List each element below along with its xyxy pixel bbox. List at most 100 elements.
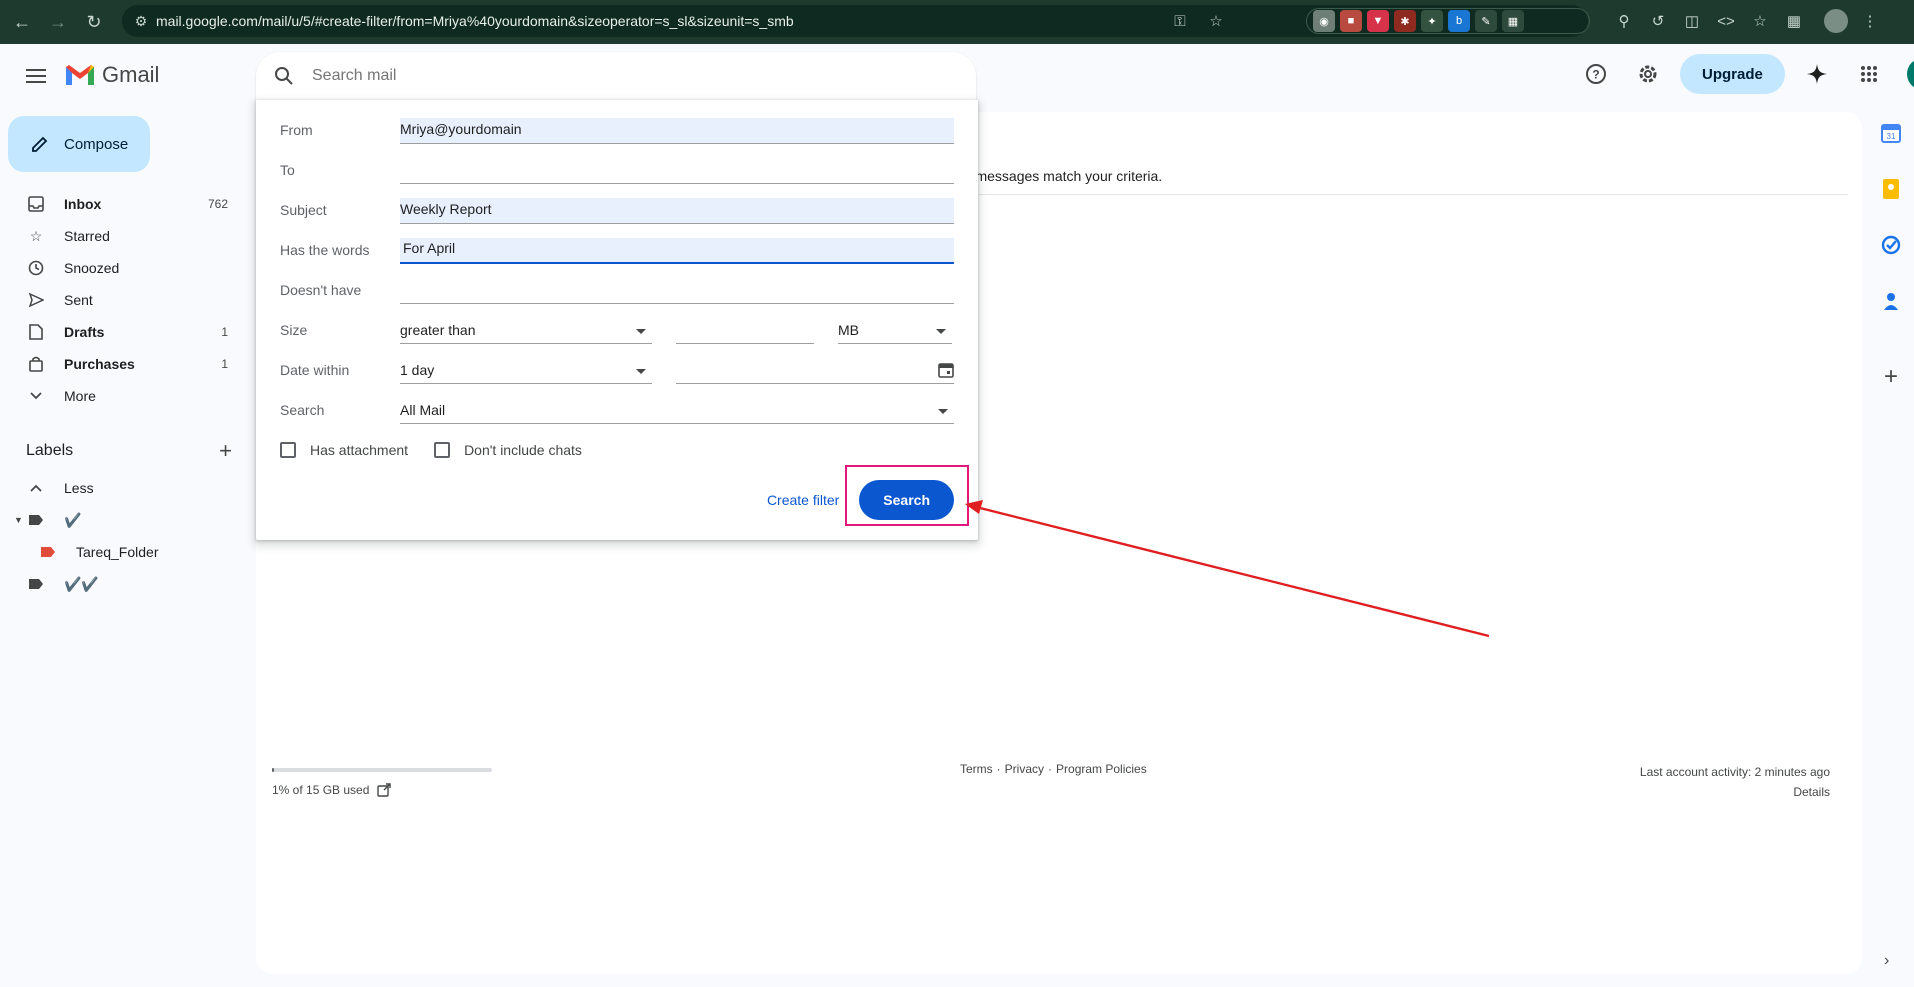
sidebar-item-less[interactable]: Less — [0, 472, 240, 504]
search-icon[interactable] — [256, 66, 312, 86]
search-scope-select[interactable]: All Mail — [400, 398, 954, 424]
tab-icon[interactable]: ◫ — [1678, 7, 1706, 35]
labels-header: Labels + — [26, 438, 232, 464]
drafts-count: 1 — [221, 325, 228, 339]
privacy-link[interactable]: Privacy — [1005, 762, 1044, 776]
calendar-icon[interactable]: 31 — [1879, 116, 1903, 150]
key-icon[interactable]: ⚿ — [1166, 7, 1194, 35]
inbox-count: 762 — [207, 197, 228, 211]
bookmark-star-icon[interactable]: ☆ — [1202, 7, 1230, 35]
bookmarks-icon[interactable]: ☆ — [1746, 7, 1774, 35]
separator: · — [996, 762, 1001, 776]
size-value-field[interactable] — [676, 318, 814, 344]
sidebar-item-more[interactable]: More — [0, 380, 240, 412]
puzzle-extension-icon[interactable]: ▦ — [1502, 10, 1524, 32]
svg-text:31: 31 — [1887, 132, 1896, 141]
date-within-select[interactable]: 1 day — [400, 358, 652, 384]
date-row: Date within 1 day — [280, 354, 954, 384]
camera-extension-icon[interactable]: ◉ — [1313, 10, 1335, 32]
label-item-check[interactable]: ▼ ✔️ — [0, 504, 240, 536]
sidebar-item-purchases[interactable]: Purchases 1 — [0, 348, 240, 380]
sidebar-nav: Inbox 762 ☆ Starred Snoozed Sent Drafts … — [0, 188, 240, 412]
gemini-sparkle-icon[interactable] — [1797, 54, 1837, 94]
sidebar-item-sent[interactable]: Sent — [0, 284, 240, 316]
external-link-icon[interactable] — [377, 783, 392, 797]
to-label: To — [280, 162, 295, 178]
label-tag-icon — [26, 578, 46, 590]
gmail-header: Gmail ? Upgrade T — [0, 44, 1914, 108]
add-label-icon[interactable]: + — [219, 438, 232, 464]
sidebar-item-inbox[interactable]: Inbox 762 — [0, 188, 240, 220]
contacts-icon[interactable] — [1879, 284, 1903, 318]
grammar-extension-icon[interactable]: ✎ — [1475, 10, 1497, 32]
side-panel: 31 + — [1868, 116, 1914, 394]
location-icon[interactable]: ⚲ — [1610, 7, 1638, 35]
add-app-icon[interactable]: + — [1879, 360, 1903, 394]
has-words-field[interactable] — [400, 238, 954, 264]
trash-icon[interactable]: ▦ — [1780, 7, 1808, 35]
send-icon — [26, 292, 46, 308]
gmail-logo[interactable]: Gmail — [64, 62, 159, 88]
label-item-double-check[interactable]: ✔️✔️ — [0, 568, 240, 600]
forward-icon[interactable]: → — [40, 4, 76, 40]
label-item-tareq-folder[interactable]: Tareq_Folder — [0, 536, 240, 568]
settings-gear-icon[interactable] — [1628, 54, 1668, 94]
menu-dots-icon[interactable]: ⋮ — [1856, 7, 1884, 35]
gmail-m-icon — [66, 65, 94, 85]
storage-meter — [272, 768, 492, 772]
compose-button[interactable]: Compose — [8, 116, 150, 172]
sidebar-item-starred[interactable]: ☆ Starred — [0, 220, 240, 252]
reload-icon[interactable]: ↻ — [76, 4, 112, 40]
sidebar-item-drafts[interactable]: Drafts 1 — [0, 316, 240, 348]
svg-text:?: ? — [1592, 68, 1599, 82]
doesnt-have-field[interactable] — [400, 278, 954, 304]
help-icon[interactable]: ? — [1576, 54, 1616, 94]
from-field[interactable] — [400, 118, 954, 144]
sidebar-item-snoozed[interactable]: Snoozed — [0, 252, 240, 284]
terms-link[interactable]: Terms — [960, 762, 993, 776]
program-policies-link[interactable]: Program Policies — [1056, 762, 1147, 776]
site-settings-icon[interactable]: ⚙ — [126, 13, 156, 30]
apps-grid-icon[interactable] — [1849, 54, 1889, 94]
search-input[interactable] — [312, 67, 912, 85]
expand-arrow-icon[interactable]: ▼ — [14, 515, 26, 525]
feather-extension-icon[interactable]: ✦ — [1421, 10, 1443, 32]
star-icon: ☆ — [29, 227, 43, 244]
to-field[interactable] — [400, 158, 954, 184]
pocket-extension-icon[interactable]: ▼ — [1367, 10, 1389, 32]
tasks-icon[interactable] — [1879, 228, 1903, 262]
purchases-count: 1 — [221, 357, 228, 371]
code-icon[interactable]: <> — [1712, 7, 1740, 35]
main-menu-icon[interactable] — [16, 56, 56, 96]
details-link[interactable]: Details — [1640, 782, 1830, 802]
calendar-picker-icon[interactable] — [938, 362, 954, 378]
sidebar-item-label: Less — [64, 480, 94, 496]
create-filter-button[interactable]: Create filter — [767, 492, 839, 508]
account-activity: Last account activity: 2 minutes ago Det… — [1640, 762, 1830, 802]
url-text[interactable]: mail.google.com/mail/u/5/#create-filter/… — [156, 13, 1166, 29]
search-bar[interactable] — [256, 52, 976, 100]
back-icon[interactable]: ← — [4, 4, 40, 40]
upgrade-button[interactable]: Upgrade — [1680, 54, 1785, 94]
keep-icon[interactable] — [1879, 172, 1903, 206]
size-unit-select[interactable]: MB — [838, 318, 952, 344]
inbox-icon — [26, 196, 46, 212]
subject-field[interactable] — [400, 198, 954, 224]
size-operator-select[interactable]: greater than — [400, 318, 652, 344]
red-spider-extension-icon[interactable]: ✱ — [1394, 10, 1416, 32]
no-match-message: ng messages match your criteria. — [956, 168, 1163, 184]
sidebar-item-label: Drafts — [64, 324, 105, 340]
profile-icon[interactable] — [1822, 7, 1850, 35]
dont-include-chats-checkbox[interactable] — [434, 442, 451, 458]
red-extension-icon[interactable]: ■ — [1340, 10, 1362, 32]
has-attachment-checkbox[interactable] — [280, 442, 296, 458]
sidebar-item-label: Snoozed — [64, 260, 120, 276]
date-field[interactable] — [676, 358, 954, 384]
label-tag-red-icon — [38, 546, 58, 558]
history-icon[interactable]: ↺ — [1644, 7, 1672, 35]
blue-b-extension-icon[interactable]: b — [1448, 10, 1470, 32]
account-avatar[interactable]: T — [1906, 58, 1914, 90]
expand-side-panel-icon[interactable]: › — [1884, 952, 1889, 970]
app-name: Gmail — [102, 62, 160, 87]
browser-toolbar: ← → ↻ ⚙ mail.google.com/mail/u/5/#create… — [0, 0, 1914, 44]
